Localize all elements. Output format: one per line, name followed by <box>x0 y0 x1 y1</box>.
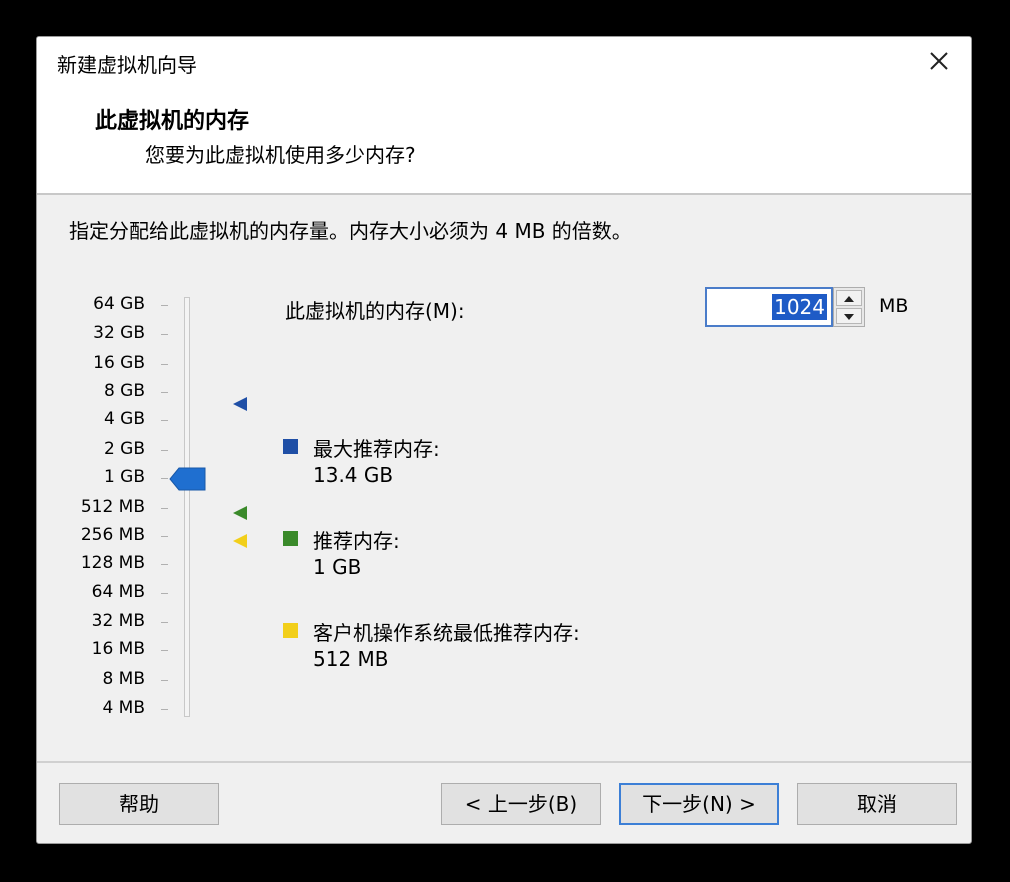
min-recommended-title: 客户机操作系统最低推荐内存: <box>313 621 580 645</box>
scale-tick <box>161 392 168 393</box>
scale-label-8gb: 8 GB <box>103 381 145 401</box>
scale-tick <box>161 593 168 594</box>
scale-tick <box>161 364 168 365</box>
spin-down-button[interactable] <box>836 308 862 324</box>
page-subtitle: 您要为此虚拟机使用多少内存? <box>145 143 416 167</box>
memory-input-value: 1024 <box>772 294 827 320</box>
memory-content: 指定分配给此虚拟机的内存量。内存大小必须为 4 MB 的倍数。 64 GB 32… <box>37 195 971 763</box>
next-button[interactable]: 下一步(N) > <box>619 783 779 825</box>
scale-tick <box>161 334 168 335</box>
back-button[interactable]: < 上一步(B) <box>441 783 601 825</box>
scale-tick <box>161 564 168 565</box>
caret-up-icon <box>844 296 854 302</box>
scale-label-16mb: 16 MB <box>91 639 145 659</box>
scale-tick <box>161 680 168 681</box>
page-title: 此虚拟机的内存 <box>95 109 250 134</box>
caret-down-icon <box>844 314 854 320</box>
recommended-marker <box>233 506 247 520</box>
min-recommended-swatch <box>283 623 298 638</box>
new-vm-wizard-dialog: 新建虚拟机向导 此虚拟机的内存 您要为此虚拟机使用多少内存? 指定分配给此虚拟机… <box>36 36 972 844</box>
scale-tick <box>161 709 168 710</box>
scale-tick <box>161 420 168 421</box>
scale-tick <box>161 450 168 451</box>
window-title: 新建虚拟机向导 <box>57 53 197 77</box>
scale-label-128mb: 128 MB <box>80 553 145 573</box>
scale-tick <box>161 305 168 306</box>
min-recommended-value: 512 MB <box>313 647 389 671</box>
memory-unit: MB <box>879 295 909 317</box>
spin-up-button[interactable] <box>836 290 862 306</box>
scale-tick <box>161 478 168 479</box>
max-recommended-title: 最大推荐内存: <box>313 437 440 461</box>
recommended-swatch <box>283 531 298 546</box>
help-button[interactable]: 帮助 <box>59 783 219 825</box>
memory-input[interactable]: 1024 <box>705 287 833 327</box>
close-button[interactable] <box>921 43 957 79</box>
memory-spinner <box>833 287 865 327</box>
scale-label-2gb: 2 GB <box>103 439 145 459</box>
max-recommended-swatch <box>283 439 298 454</box>
scale-label-64mb: 64 MB <box>91 582 145 602</box>
scale-label-256mb: 256 MB <box>80 525 145 545</box>
scale-label-16gb: 16 GB <box>93 353 145 373</box>
scale-tick <box>161 536 168 537</box>
memory-slider-track[interactable] <box>184 297 190 717</box>
scale-label-32mb: 32 MB <box>91 611 145 631</box>
recommended-title: 推荐内存: <box>313 529 400 553</box>
scale-tick <box>161 650 168 651</box>
scale-label-8mb: 8 MB <box>102 669 145 689</box>
scale-tick <box>161 622 168 623</box>
scale-label-32gb: 32 GB <box>93 323 145 343</box>
cancel-button[interactable]: 取消 <box>797 783 957 825</box>
max-recommended-marker <box>233 397 247 411</box>
recommended-value: 1 GB <box>313 555 362 579</box>
scale-label-512mb: 512 MB <box>80 497 145 517</box>
scale-tick <box>161 508 168 509</box>
scale-label-4gb: 4 GB <box>103 409 145 429</box>
instruction-text: 指定分配给此虚拟机的内存量。内存大小必须为 4 MB 的倍数。 <box>69 219 632 243</box>
memory-field-label: 此虚拟机的内存(M): <box>285 299 465 323</box>
max-recommended-value: 13.4 GB <box>313 463 394 487</box>
memory-slider-thumb[interactable] <box>169 466 207 492</box>
scale-label-1gb: 1 GB <box>103 467 145 487</box>
min-recommended-marker <box>233 534 247 548</box>
scale-label-64gb: 64 GB <box>93 294 145 314</box>
wizard-footer: 帮助 < 上一步(B) 下一步(N) > 取消 <box>37 763 971 843</box>
close-icon <box>930 52 948 70</box>
scale-label-4mb: 4 MB <box>102 698 145 718</box>
wizard-header: 新建虚拟机向导 此虚拟机的内存 您要为此虚拟机使用多少内存? <box>37 37 971 195</box>
